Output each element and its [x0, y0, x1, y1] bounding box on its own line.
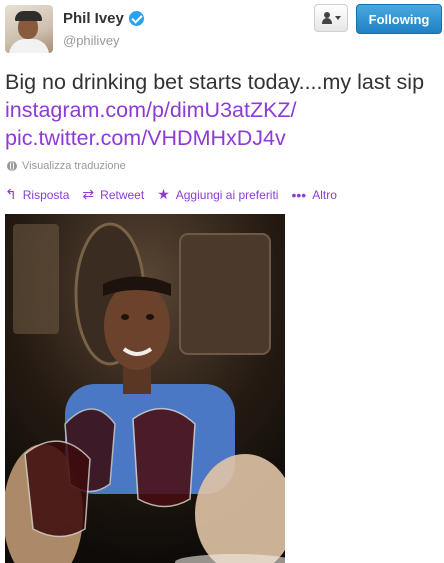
- favorite-label: Aggiungi ai preferiti: [175, 187, 279, 202]
- tweet-actions: ↰ Risposta ⇄ Retweet ★ Aggiungi ai prefe…: [5, 186, 350, 203]
- reply-action[interactable]: ↰ Risposta: [5, 186, 69, 203]
- username[interactable]: @philivey: [63, 33, 120, 48]
- favorite-action[interactable]: ★ Aggiungi ai preferiti: [157, 186, 278, 203]
- more-icon: •••: [291, 186, 307, 203]
- tweet-text-body: Big no drinking bet starts today....my l…: [5, 70, 425, 94]
- photo-image: [5, 214, 285, 563]
- user-actions-dropdown[interactable]: [314, 4, 348, 32]
- more-action[interactable]: ••• Altro: [291, 187, 336, 203]
- translate-link[interactable]: Visualizza traduzione: [7, 160, 126, 172]
- more-label: Altro: [312, 187, 337, 202]
- retweet-label: Retweet: [100, 187, 145, 202]
- tweet-photo[interactable]: [5, 214, 285, 563]
- verified-badge-icon: [128, 11, 144, 26]
- following-button[interactable]: Following: [356, 4, 442, 34]
- star-icon: ★: [157, 186, 170, 202]
- user-icon: [321, 12, 332, 24]
- instagram-link[interactable]: instagram.com/p/dimU3atZKZ/: [5, 98, 297, 122]
- retweet-icon: ⇄: [82, 186, 95, 202]
- display-name[interactable]: Phil Ivey: [63, 10, 124, 27]
- caret-down-icon: [334, 16, 341, 20]
- globe-icon: [7, 161, 17, 171]
- reply-label: Risposta: [22, 187, 70, 202]
- tweet-header: Phil Ivey @philivey Following: [0, 0, 444, 60]
- retweet-action[interactable]: ⇄ Retweet: [82, 186, 144, 203]
- avatar[interactable]: [5, 5, 53, 53]
- name-row: Phil Ivey: [63, 10, 144, 27]
- reply-icon: ↰: [5, 186, 17, 202]
- translate-label: Visualizza traduzione: [22, 160, 126, 172]
- tweet-text: Big no drinking bet starts today....my l…: [5, 68, 437, 152]
- twitter-pic-link[interactable]: pic.twitter.com/VHDMHxDJ4v: [5, 126, 286, 150]
